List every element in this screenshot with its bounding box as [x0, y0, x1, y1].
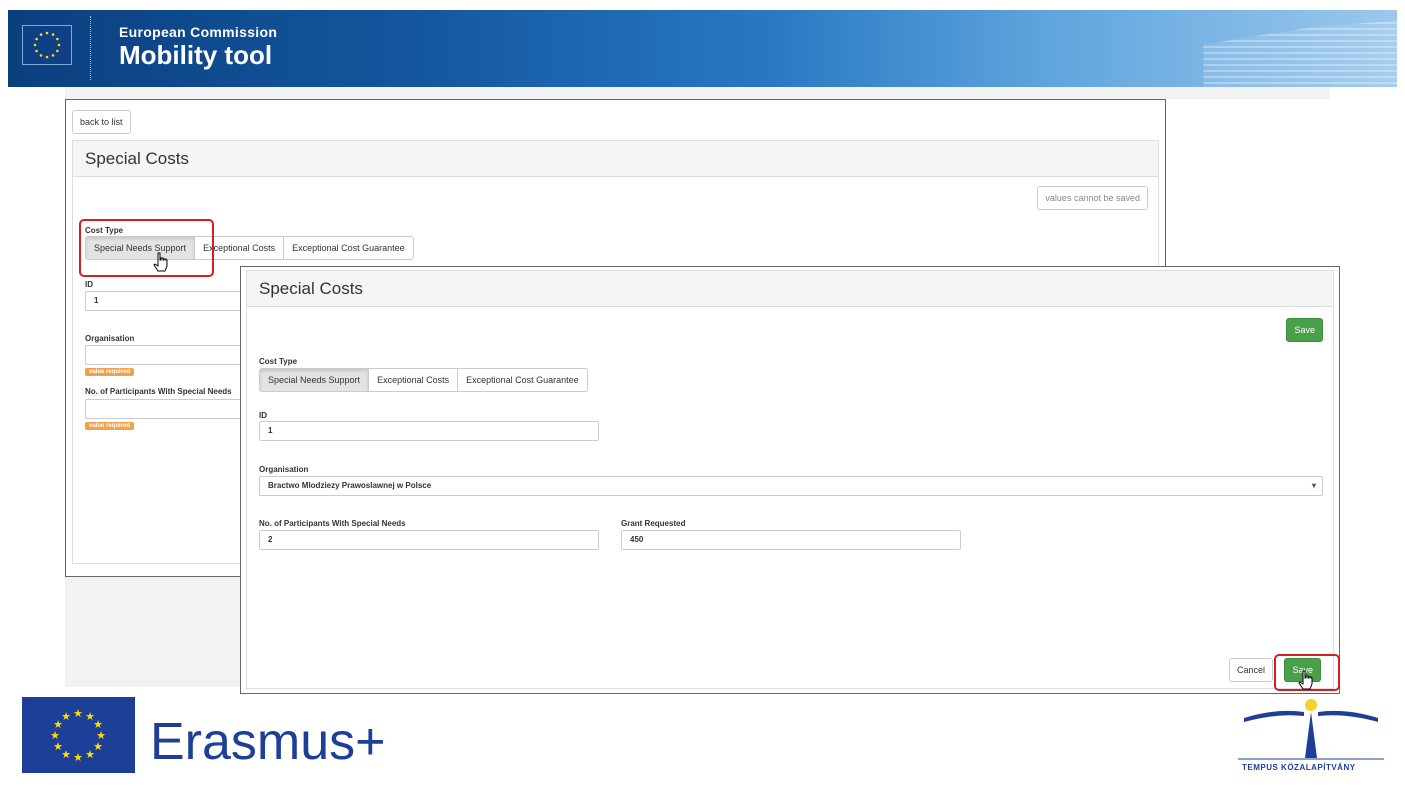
- save-button-top[interactable]: Save: [1286, 318, 1323, 342]
- header-banner: European Commission Mobility tool: [8, 10, 1397, 87]
- panel-heading: Special Costs: [73, 141, 1158, 177]
- cost-type-exceptional-costs[interactable]: Exceptional Costs: [369, 369, 459, 391]
- chevron-down-icon: ▾: [1311, 481, 1316, 490]
- svg-text:★: ★: [73, 751, 83, 764]
- org-name: European Commission: [119, 24, 278, 40]
- building-graphic: [1203, 20, 1397, 87]
- svg-text:★: ★: [73, 707, 83, 720]
- cost-type-special-needs-support[interactable]: Special Needs Support: [260, 369, 370, 391]
- id-label: ID: [85, 280, 93, 289]
- cost-type-label: Cost Type: [259, 357, 298, 366]
- cost-type-highlight: [79, 219, 214, 277]
- eu-flag-icon: [22, 25, 72, 65]
- values-cannot-be-saved-button[interactable]: values cannot be saved: [1037, 186, 1148, 210]
- cost-type-exceptional-cost-guarantee[interactable]: Exceptional Cost Guarantee: [458, 369, 587, 391]
- value-required-badge: value required: [85, 422, 135, 430]
- grant-requested-field[interactable]: 450: [621, 530, 961, 550]
- tempus-logo: TEMPUS KÖZALAPÍTVÁNY: [1236, 696, 1386, 778]
- participants-field[interactable]: 2: [259, 530, 599, 550]
- value-required-badge: value required: [85, 368, 135, 376]
- panel-heading: Special Costs: [247, 271, 1333, 307]
- participants-label: No. of Participants With Special Needs: [85, 387, 232, 396]
- id-field[interactable]: 1: [259, 421, 599, 441]
- organisation-label: Organisation: [259, 465, 309, 474]
- cost-type-selector: Special Needs Support Exceptional Costs …: [259, 368, 588, 392]
- tempus-label: TEMPUS KÖZALAPÍTVÁNY: [1242, 763, 1356, 772]
- grant-requested-label: Grant Requested: [621, 519, 686, 528]
- special-costs-panel: Special Costs Save Cost Type Special Nee…: [246, 270, 1334, 689]
- svg-text:★: ★: [85, 748, 95, 761]
- organisation-label: Organisation: [85, 334, 135, 343]
- organisation-value: Bractwo Mlodziezy Prawoslawnej w Polsce: [268, 481, 432, 490]
- app-title: Mobility tool: [119, 40, 273, 70]
- cancel-button[interactable]: Cancel: [1228, 658, 1273, 682]
- panel-title: Special Costs: [85, 149, 189, 168]
- panel-title: Special Costs: [259, 279, 363, 298]
- back-to-list-button[interactable]: back to list: [72, 110, 131, 134]
- hand-pointer-icon: [1298, 670, 1314, 693]
- svg-text:★: ★: [61, 710, 71, 723]
- special-costs-screen-after: Special Costs Save Cost Type Special Nee…: [240, 266, 1340, 694]
- organisation-select[interactable]: Bractwo Mlodziezy Prawoslawnej w Polsce …: [259, 476, 1323, 496]
- side-panel: [1166, 99, 1330, 269]
- eu-flag-icon: ★ ★ ★ ★ ★ ★ ★ ★ ★ ★ ★ ★: [22, 697, 135, 773]
- header-divider: [90, 16, 91, 80]
- cost-type-exceptional-cost-guarantee[interactable]: Exceptional Cost Guarantee: [284, 237, 413, 259]
- erasmus-plus-logo: Erasmus+: [150, 713, 386, 771]
- participants-label: No. of Participants With Special Needs: [259, 519, 406, 528]
- id-label: ID: [259, 411, 267, 420]
- hand-pointer-icon: [153, 252, 169, 275]
